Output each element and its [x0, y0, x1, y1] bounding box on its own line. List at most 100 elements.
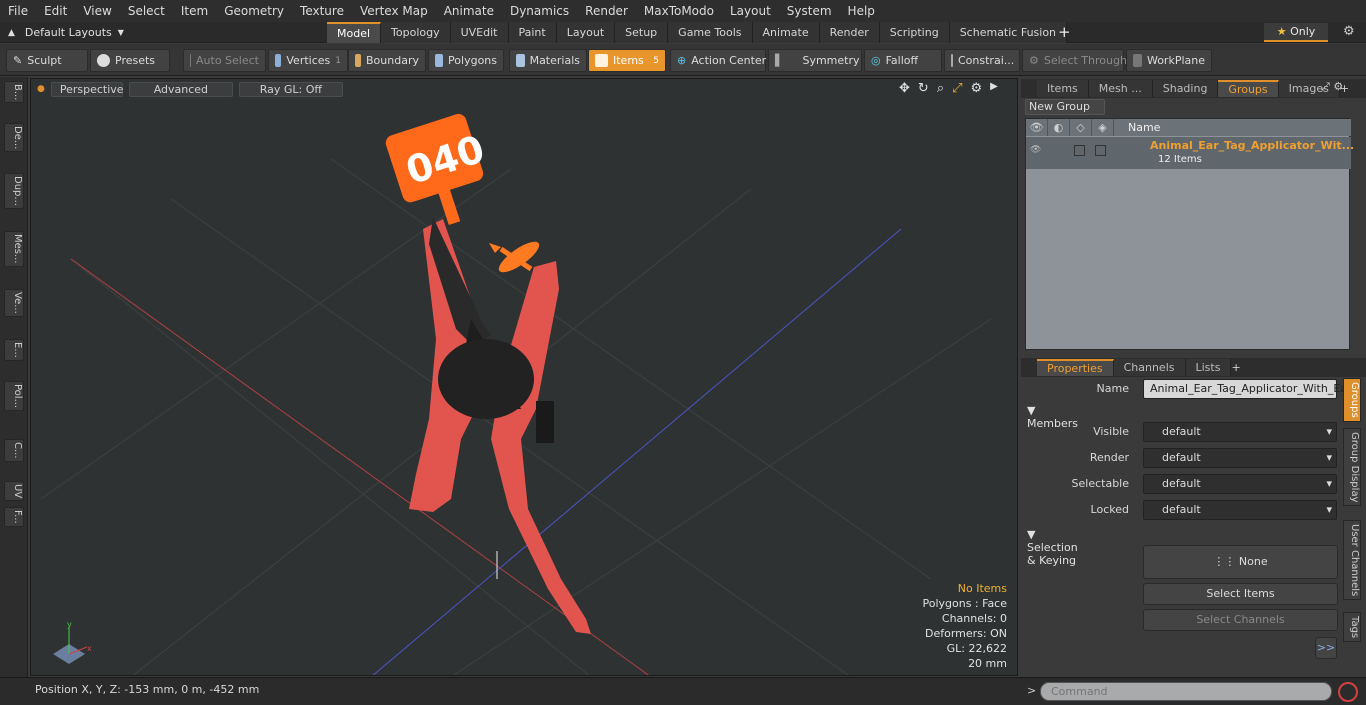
- select-through-button[interactable]: ⚙ Select Through: [1022, 49, 1127, 72]
- left-tab[interactable]: UV: [4, 481, 24, 502]
- left-tab[interactable]: B...: [4, 81, 24, 104]
- menu-item-geometry[interactable]: Geometry: [216, 0, 292, 22]
- selection-keying-section[interactable]: ▼ Selection & Keying: [1027, 528, 1078, 567]
- left-tab[interactable]: F...: [4, 507, 24, 527]
- menu-item-dynamics[interactable]: Dynamics: [502, 0, 577, 22]
- menu-item-help[interactable]: Help: [840, 0, 883, 22]
- menu-item-system[interactable]: System: [779, 0, 840, 22]
- polygons-button[interactable]: Polygons: [428, 49, 504, 72]
- menu-item-texture[interactable]: Texture: [292, 0, 352, 22]
- menu-item-edit[interactable]: Edit: [36, 0, 75, 22]
- add-tab-button[interactable]: +: [1058, 23, 1071, 41]
- 3d-viewport[interactable]: y x 040 ● Perspective Advanced Ray GL: O…: [30, 78, 1018, 676]
- workplane-button[interactable]: WorkPlane: [1126, 49, 1212, 72]
- record-icon[interactable]: [1338, 682, 1358, 702]
- menu-item-render[interactable]: Render: [577, 0, 636, 22]
- tab-scripting[interactable]: Scripting: [879, 22, 950, 43]
- tab-items[interactable]: Items: [1037, 80, 1089, 97]
- vertices-button[interactable]: Vertices 1: [268, 49, 348, 72]
- fit-icon[interactable]: ⤢: [952, 81, 962, 96]
- tab-groups[interactable]: Groups: [1218, 80, 1279, 97]
- layout-dropdown[interactable]: ▲ Default Layouts ▼: [4, 22, 124, 43]
- row-select-checkbox[interactable]: [1095, 145, 1106, 156]
- tab-game-tools[interactable]: Game Tools: [668, 22, 753, 43]
- menu-item-vertex-map[interactable]: Vertex Map: [352, 0, 436, 22]
- name-field[interactable]: Animal_Ear_Tag_Applicator_With_Ear: [1143, 379, 1352, 399]
- right-tab-user-channels[interactable]: User Channels: [1343, 520, 1361, 601]
- left-tab[interactable]: Pol...: [4, 381, 24, 412]
- left-tab[interactable]: C...: [4, 439, 24, 462]
- move-icon[interactable]: ✥: [899, 81, 910, 96]
- none-button[interactable]: ⋮⋮ None: [1143, 545, 1338, 579]
- lock-icon[interactable]: ◇: [1070, 119, 1092, 136]
- right-tab-groups[interactable]: Groups: [1343, 378, 1361, 422]
- left-tab[interactable]: De...: [4, 123, 24, 153]
- menu-item-file[interactable]: File: [0, 0, 36, 22]
- expand-icon[interactable]: ⤢: [1321, 80, 1330, 93]
- tab-mesh[interactable]: Mesh ...: [1088, 80, 1153, 97]
- tab-properties[interactable]: Properties: [1037, 359, 1114, 376]
- tab-paint[interactable]: Paint: [508, 22, 557, 43]
- menu-item-view[interactable]: View: [75, 0, 119, 22]
- symmetry-button[interactable]: ▌ Symmetry: [768, 49, 862, 72]
- select-icon[interactable]: ◈: [1092, 119, 1114, 136]
- left-tab[interactable]: Ve...: [4, 289, 24, 317]
- perspective-button[interactable]: Perspective: [50, 81, 124, 97]
- gear-icon[interactable]: ⚙: [1333, 80, 1343, 93]
- left-tab[interactable]: E...: [4, 339, 24, 361]
- tab-model[interactable]: Model: [327, 22, 382, 43]
- only-button[interactable]: ★ Only: [1264, 23, 1328, 42]
- select-channels-button[interactable]: Select Channels: [1143, 609, 1338, 631]
- items-button[interactable]: Items 5: [588, 49, 666, 72]
- menu-item-select[interactable]: Select: [120, 0, 173, 22]
- tab-layout[interactable]: Layout: [556, 22, 616, 43]
- selectable-dropdown[interactable]: default ▾: [1143, 474, 1337, 494]
- menu-item-layout[interactable]: Layout: [722, 0, 779, 22]
- menu-item-animate[interactable]: Animate: [436, 0, 502, 22]
- right-tab-group-display[interactable]: Group Display: [1343, 428, 1361, 507]
- locked-dropdown[interactable]: default ▾: [1143, 500, 1337, 520]
- select-items-button[interactable]: Select Items: [1143, 583, 1338, 605]
- eye-icon[interactable]: 👁: [1026, 119, 1048, 136]
- tab-lists[interactable]: Lists: [1185, 359, 1232, 376]
- left-tab[interactable]: Mes...: [4, 231, 24, 267]
- boundary-button[interactable]: Boundary: [348, 49, 426, 72]
- render-icon[interactable]: ◐: [1048, 119, 1070, 136]
- materials-button[interactable]: Materials: [509, 49, 587, 72]
- tab-shading[interactable]: Shading: [1152, 80, 1219, 97]
- visible-dropdown[interactable]: default ▾: [1143, 422, 1337, 442]
- falloff-button[interactable]: ◎ Falloff: [864, 49, 942, 72]
- tab-channels[interactable]: Channels: [1113, 359, 1186, 376]
- tab-render[interactable]: Render: [819, 22, 880, 43]
- raygl-button[interactable]: Ray GL: Off: [238, 81, 343, 97]
- row-lock-checkbox[interactable]: [1074, 145, 1085, 156]
- tab-setup[interactable]: Setup: [615, 22, 669, 43]
- new-group-button[interactable]: New Group: [1025, 99, 1105, 115]
- gear-icon[interactable]: ⚙: [1343, 24, 1355, 39]
- group-row[interactable]: 👁 Animal_Ear_Tag_Applicator_Wit... 12 It…: [1026, 137, 1354, 169]
- row-eye-icon[interactable]: 👁: [1030, 145, 1041, 155]
- tab-uvedit[interactable]: UVEdit: [450, 22, 509, 43]
- right-tab-tags[interactable]: Tags: [1343, 612, 1361, 643]
- more-button[interactable]: >>: [1315, 637, 1337, 659]
- left-tab[interactable]: Dup...: [4, 173, 24, 209]
- render-dropdown[interactable]: default ▾: [1143, 448, 1337, 468]
- advanced-button[interactable]: Advanced: [128, 81, 233, 97]
- action-center-button[interactable]: ⊕ Action Center: [670, 49, 766, 72]
- tab-animate[interactable]: Animate: [752, 22, 820, 43]
- add-tab-icon[interactable]: +: [1231, 361, 1240, 374]
- sculpt-button[interactable]: ✎ Sculpt: [6, 49, 88, 72]
- menu-item-item[interactable]: Item: [173, 0, 216, 22]
- tab-schematic-fusion[interactable]: Schematic Fusion: [949, 22, 1068, 43]
- auto-select-button[interactable]: Auto Select: [183, 49, 266, 72]
- tab-topology[interactable]: Topology: [381, 22, 451, 43]
- command-input[interactable]: [1040, 682, 1332, 701]
- play-icon[interactable]: ▶: [990, 81, 998, 96]
- vertices-label: Vertices: [286, 54, 331, 67]
- rotate-icon[interactable]: ↻: [918, 81, 929, 96]
- presets-button[interactable]: Presets: [90, 49, 170, 72]
- menu-item-maxtomodo[interactable]: MaxToModo: [636, 0, 722, 22]
- constraints-button[interactable]: Constrai...: [944, 49, 1020, 72]
- gear-icon[interactable]: ⚙: [971, 81, 983, 96]
- zoom-icon[interactable]: ⌕: [937, 81, 944, 96]
